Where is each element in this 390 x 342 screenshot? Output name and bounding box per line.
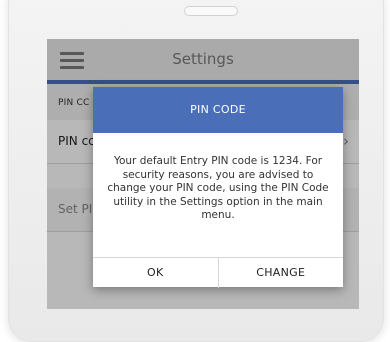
pin-code-dialog: PIN CODE Your default Entry PIN code is … <box>93 87 343 288</box>
dialog-actions: OK CHANGE <box>93 257 343 288</box>
ok-button[interactable]: OK <box>93 258 218 288</box>
device-frame: Settings PIN CC PIN cc ion › Set PI PIN … <box>8 0 384 342</box>
dialog-message: Your default Entry PIN code is 1234. For… <box>107 155 329 221</box>
dialog-title: PIN CODE <box>93 87 343 133</box>
speaker-slot <box>184 6 238 16</box>
change-button[interactable]: CHANGE <box>217 258 344 288</box>
